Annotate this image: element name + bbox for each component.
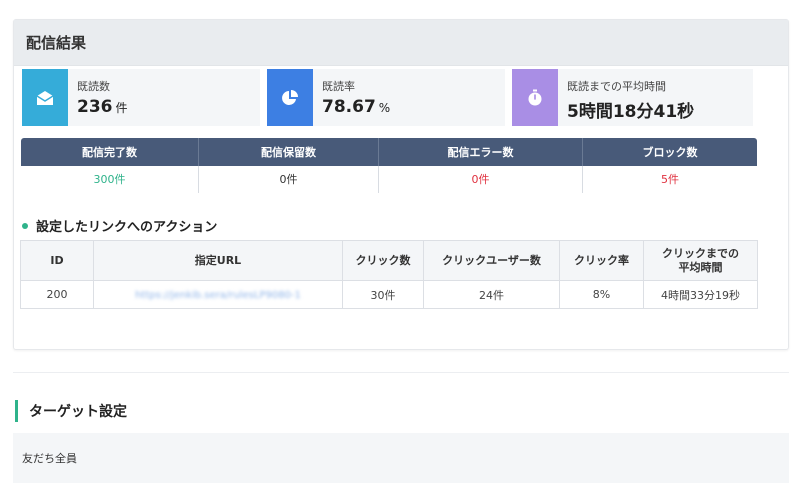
link-action-table: ID 指定URL クリック数 クリックユーザー数 クリック率 クリックまでの 平均…: [20, 240, 758, 309]
column-header: クリックまでの 平均時間: [643, 240, 758, 281]
column-header: ブロック数: [582, 138, 757, 166]
link-id: 200: [20, 280, 94, 309]
column-header: 配信エラー数: [378, 138, 583, 166]
bullet-dot-icon: [22, 222, 28, 229]
target-section-title: ターゲット設定: [15, 400, 127, 422]
column-header: ID: [20, 240, 94, 281]
stat-label: 既読までの平均時間: [567, 80, 666, 93]
click-user-count: 24件: [423, 280, 560, 309]
delivered-count: 300件: [21, 165, 199, 193]
stat-read-rate: 既読率 78.67%: [267, 69, 505, 126]
target-value: 友だち全員: [13, 433, 789, 483]
stat-label: 既読数: [77, 80, 110, 93]
delivery-summary-table: 配信完了数 配信保留数 配信エラー数 ブロック数 300件 0件 0件 5件: [20, 137, 758, 194]
stat-value: 236 件: [77, 97, 128, 117]
pending-count: 0件: [198, 165, 379, 193]
card-title: 配信結果: [14, 20, 788, 66]
stat-average-read-time: 既読までの平均時間 5時間18分41秒: [512, 69, 753, 126]
link-section-title: 設定したリンクへのアクション: [22, 216, 217, 235]
block-count: 5件: [582, 165, 757, 193]
column-header: 指定URL: [93, 240, 343, 281]
section-divider: [13, 372, 789, 373]
column-header: クリックユーザー数: [423, 240, 560, 281]
click-rate: 8%: [559, 280, 644, 309]
stopwatch-icon: [512, 69, 558, 126]
average-click-time: 4時間33分19秒: [661, 288, 740, 302]
stat-read-count: 既読数 236 件: [22, 69, 260, 126]
click-count: 30件: [342, 280, 424, 309]
envelope-open-icon: [22, 69, 68, 126]
table-row: 200 https://jenkib.sera/rulesLP9080-1 30…: [20, 280, 758, 309]
stats-row: 既読数 236 件 既読率 78.67% 既読までの平均時間 5時間18分41秒: [22, 69, 753, 126]
column-header: 配信保留数: [198, 138, 379, 166]
error-count: 0件: [378, 165, 583, 193]
stat-value: 78.67%: [322, 97, 391, 117]
column-header: 配信完了数: [21, 138, 199, 166]
column-header: クリック数: [342, 240, 424, 281]
stat-label: 既読率: [322, 80, 355, 93]
column-header: クリック率: [559, 240, 644, 281]
pie-chart-icon: [267, 69, 313, 126]
stat-value: 5時間18分41秒: [567, 102, 695, 122]
link-url[interactable]: https://jenkib.sera/rulesLP9080-1: [93, 280, 343, 309]
